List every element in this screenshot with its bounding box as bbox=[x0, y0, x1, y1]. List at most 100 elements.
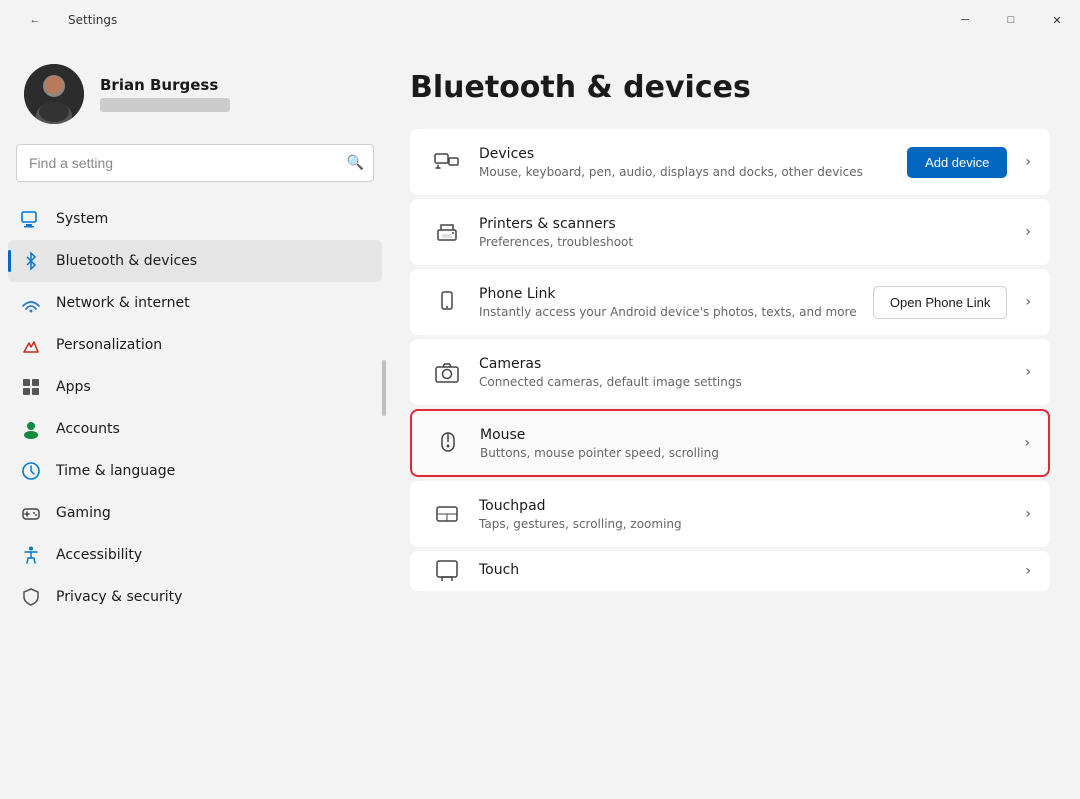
cameras-desc: Connected cameras, default image setting… bbox=[479, 375, 1017, 389]
touchpad-icon bbox=[429, 496, 465, 532]
bluetooth-icon bbox=[20, 250, 42, 272]
personalization-icon bbox=[20, 334, 42, 356]
touchpad-chevron: › bbox=[1025, 506, 1031, 522]
devices-title: Devices bbox=[479, 146, 907, 162]
cameras-text: Cameras Connected cameras, default image… bbox=[479, 356, 1017, 389]
privacy-icon bbox=[20, 586, 42, 608]
search-input[interactable] bbox=[16, 144, 374, 182]
mouse-desc: Buttons, mouse pointer speed, scrolling bbox=[480, 446, 1016, 460]
nav-items: System Bluetooth & devices bbox=[0, 198, 390, 799]
system-icon bbox=[20, 208, 42, 230]
accessibility-icon bbox=[20, 544, 42, 566]
touch-title: Touch bbox=[479, 562, 1017, 578]
add-device-button[interactable]: Add device bbox=[907, 147, 1007, 178]
phone-link-chevron: › bbox=[1025, 294, 1031, 310]
sidebar-item-privacy[interactable]: Privacy & security bbox=[8, 576, 382, 618]
mouse-icon bbox=[430, 425, 466, 461]
devices-text: Devices Mouse, keyboard, pen, audio, dis… bbox=[479, 146, 907, 179]
sidebar: Brian Burgess 🔍 System bbox=[0, 40, 390, 799]
close-button[interactable]: ✕ bbox=[1034, 0, 1080, 40]
user-name: Brian Burgess bbox=[100, 76, 230, 94]
printers-chevron: › bbox=[1025, 224, 1031, 240]
touchpad-desc: Taps, gestures, scrolling, zooming bbox=[479, 517, 1017, 531]
settings-item-phone-link[interactable]: Phone Link Instantly access your Android… bbox=[410, 269, 1050, 335]
devices-action: Add device › bbox=[907, 147, 1031, 178]
phone-link-title: Phone Link bbox=[479, 286, 873, 302]
back-icon: ← bbox=[30, 14, 41, 26]
sidebar-item-bluetooth-label: Bluetooth & devices bbox=[56, 253, 197, 269]
mouse-text: Mouse Buttons, mouse pointer speed, scro… bbox=[480, 427, 1016, 460]
settings-item-printers[interactable]: Printers & scanners Preferences, trouble… bbox=[410, 199, 1050, 265]
minimize-icon: ─ bbox=[961, 14, 969, 26]
cameras-title: Cameras bbox=[479, 356, 1017, 372]
titlebar: ← Settings ─ □ ✕ bbox=[0, 0, 1080, 40]
sidebar-item-time[interactable]: Time & language bbox=[8, 450, 382, 492]
avatar bbox=[24, 64, 84, 124]
devices-icon bbox=[429, 144, 465, 180]
user-info: Brian Burgess bbox=[100, 76, 230, 112]
cameras-icon bbox=[429, 354, 465, 390]
mouse-chevron: › bbox=[1024, 435, 1030, 451]
maximize-button[interactable]: □ bbox=[988, 0, 1034, 40]
search-box: 🔍 bbox=[16, 144, 374, 182]
settings-list: Devices Mouse, keyboard, pen, audio, dis… bbox=[410, 129, 1050, 591]
settings-item-devices[interactable]: Devices Mouse, keyboard, pen, audio, dis… bbox=[410, 129, 1050, 195]
sidebar-scrollbar bbox=[382, 360, 386, 416]
touch-action: › bbox=[1017, 563, 1031, 579]
gaming-icon bbox=[20, 502, 42, 524]
main-panel: Bluetooth & devices Devices Mouse, keybo… bbox=[390, 40, 1080, 799]
settings-item-touch[interactable]: Touch › bbox=[410, 551, 1050, 591]
sidebar-item-accessibility[interactable]: Accessibility bbox=[8, 534, 382, 576]
touchpad-text: Touchpad Taps, gestures, scrolling, zoom… bbox=[479, 498, 1017, 531]
user-profile: Brian Burgess bbox=[0, 40, 390, 144]
touchpad-action: › bbox=[1017, 506, 1031, 522]
time-icon bbox=[20, 460, 42, 482]
back-button[interactable]: ← bbox=[12, 0, 58, 40]
printers-desc: Preferences, troubleshoot bbox=[479, 235, 1017, 249]
sidebar-item-gaming[interactable]: Gaming bbox=[8, 492, 382, 534]
sidebar-item-bluetooth[interactable]: Bluetooth & devices bbox=[8, 240, 382, 282]
sidebar-item-apps-label: Apps bbox=[56, 379, 91, 395]
cameras-action: › bbox=[1017, 364, 1031, 380]
close-icon: ✕ bbox=[1052, 14, 1061, 27]
app-body: Brian Burgess 🔍 System bbox=[0, 40, 1080, 799]
printers-title: Printers & scanners bbox=[479, 216, 1017, 232]
phone-link-action: Open Phone Link › bbox=[873, 286, 1031, 319]
sidebar-item-gaming-label: Gaming bbox=[56, 505, 111, 521]
sidebar-item-network[interactable]: Network & internet bbox=[8, 282, 382, 324]
touch-icon bbox=[429, 553, 465, 589]
accounts-icon bbox=[20, 418, 42, 440]
open-phone-link-button[interactable]: Open Phone Link bbox=[873, 286, 1007, 319]
touchpad-title: Touchpad bbox=[479, 498, 1017, 514]
printers-text: Printers & scanners Preferences, trouble… bbox=[479, 216, 1017, 249]
printers-icon bbox=[429, 214, 465, 250]
settings-item-cameras[interactable]: Cameras Connected cameras, default image… bbox=[410, 339, 1050, 405]
sidebar-item-system-label: System bbox=[56, 211, 108, 227]
settings-item-mouse[interactable]: Mouse Buttons, mouse pointer speed, scro… bbox=[410, 409, 1050, 477]
sidebar-item-system[interactable]: System bbox=[8, 198, 382, 240]
touch-chevron: › bbox=[1025, 563, 1031, 579]
sidebar-item-time-label: Time & language bbox=[56, 463, 175, 479]
sidebar-item-personalization-label: Personalization bbox=[56, 337, 162, 353]
printers-action: › bbox=[1017, 224, 1031, 240]
apps-icon bbox=[20, 376, 42, 398]
devices-chevron: › bbox=[1025, 154, 1031, 170]
sidebar-item-apps[interactable]: Apps bbox=[8, 366, 382, 408]
minimize-button[interactable]: ─ bbox=[942, 0, 988, 40]
devices-desc: Mouse, keyboard, pen, audio, displays an… bbox=[479, 165, 907, 179]
page-title: Bluetooth & devices bbox=[410, 70, 1050, 105]
window-controls: ─ □ ✕ bbox=[942, 0, 1080, 40]
mouse-title: Mouse bbox=[480, 427, 1016, 443]
user-account-blur bbox=[100, 98, 230, 112]
sidebar-item-accounts[interactable]: Accounts bbox=[8, 408, 382, 450]
sidebar-item-accounts-label: Accounts bbox=[56, 421, 120, 437]
phone-link-desc: Instantly access your Android device's p… bbox=[479, 305, 873, 319]
cameras-chevron: › bbox=[1025, 364, 1031, 380]
app-title: Settings bbox=[68, 13, 117, 27]
search-icon: 🔍 bbox=[347, 155, 364, 171]
sidebar-item-personalization[interactable]: Personalization bbox=[8, 324, 382, 366]
mouse-action: › bbox=[1016, 435, 1030, 451]
sidebar-item-accessibility-label: Accessibility bbox=[56, 547, 142, 563]
sidebar-item-network-label: Network & internet bbox=[56, 295, 190, 311]
settings-item-touchpad[interactable]: Touchpad Taps, gestures, scrolling, zoom… bbox=[410, 481, 1050, 547]
